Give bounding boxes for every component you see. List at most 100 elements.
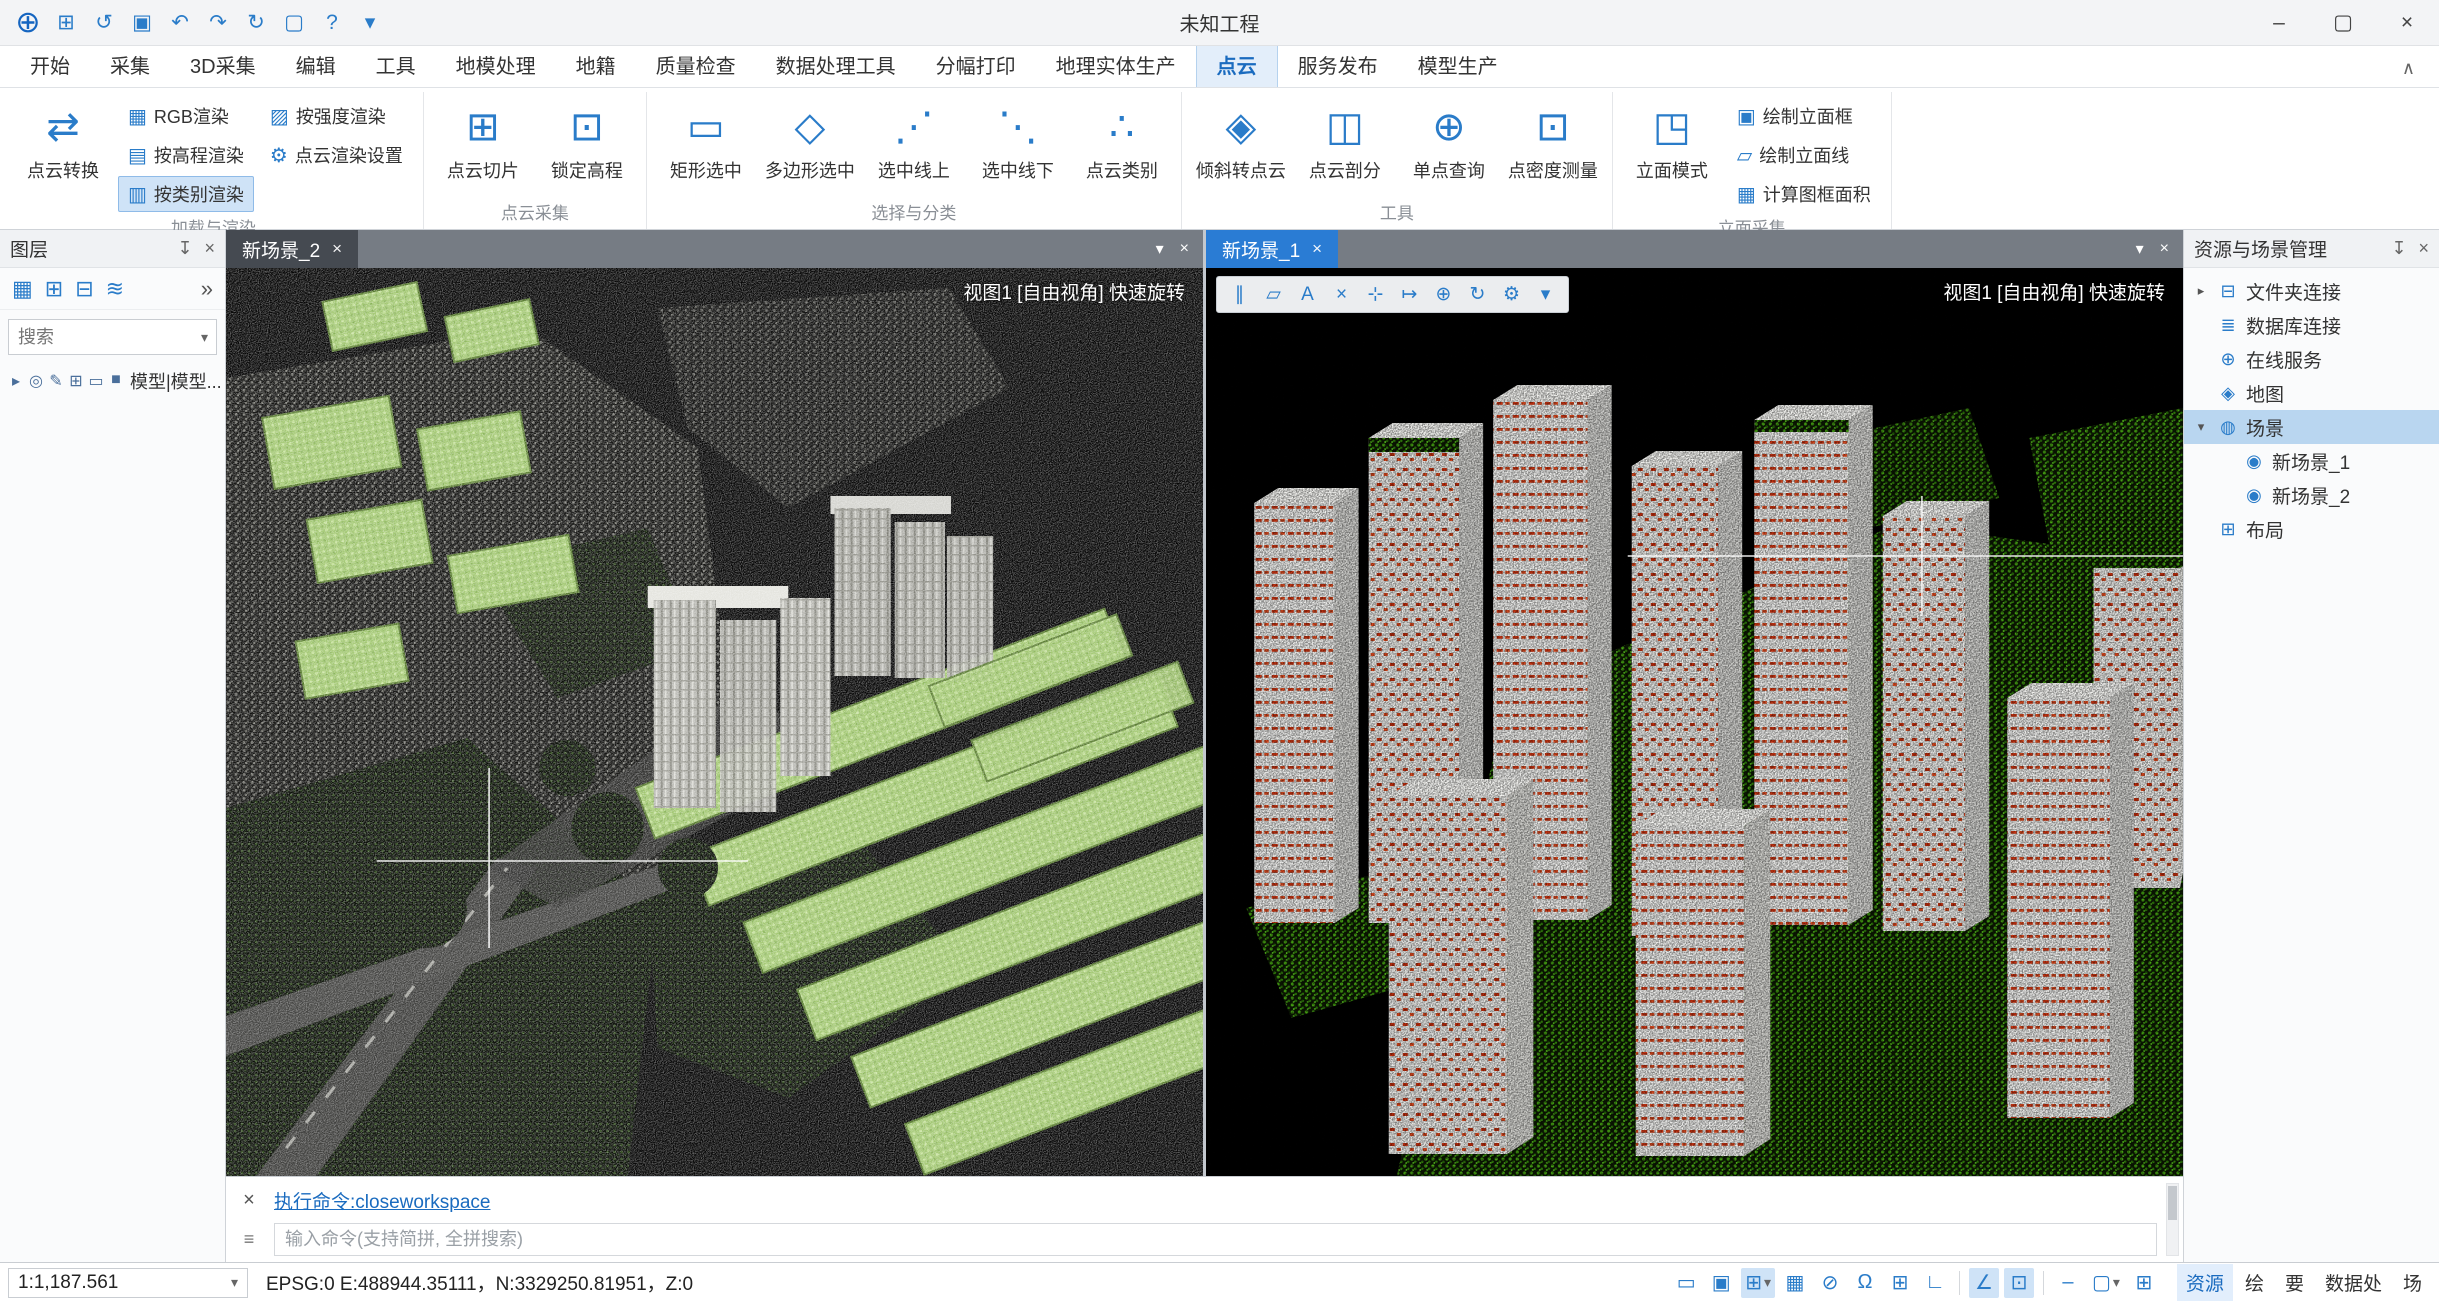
text-tool-icon[interactable]: A: [1292, 280, 1323, 309]
model-chip-icon[interactable]: ■: [106, 371, 126, 391]
view-settings-icon[interactable]: ⚙: [1496, 280, 1527, 309]
vp-close-icon[interactable]: ×: [2160, 240, 2169, 258]
vp-menu-icon[interactable]: ▾: [2136, 239, 2144, 259]
panel-tab-data-processing[interactable]: 数据处: [2316, 1264, 2391, 1301]
tree-item-map[interactable]: ◈地图: [2184, 376, 2439, 410]
maximize-button[interactable]: ▢: [2311, 0, 2375, 45]
draw-facade-line-button[interactable]: ▱绘制立面线: [1727, 137, 1881, 173]
pan-tool-icon[interactable]: ⊕: [1428, 280, 1459, 309]
redo-icon[interactable]: ↷: [200, 5, 236, 41]
measure-angle-icon[interactable]: ∠: [1969, 1268, 1999, 1298]
ribbon-tab-edit[interactable]: 编辑: [276, 42, 356, 87]
facade-mode-button[interactable]: ◳立面模式: [1623, 92, 1721, 186]
panel-tab-draw[interactable]: 绘: [2236, 1264, 2273, 1301]
render-settings-button[interactable]: ⚙点云渲染设置: [260, 137, 413, 173]
capture-icon[interactable]: ▢: [276, 5, 312, 41]
rotate-tool-icon[interactable]: ↻: [1462, 280, 1493, 309]
folder-icon[interactable]: ▭: [86, 371, 106, 391]
ribbon-tab-collect[interactable]: 采集: [90, 42, 170, 87]
scene-canvas-right[interactable]: ∥▱A×⊹↦⊕↻⚙▾ 视图1 [自由视角] 快速旋转: [1206, 268, 2183, 1176]
help-icon[interactable]: ?: [314, 5, 350, 41]
corner-snap-icon[interactable]: ∟: [1920, 1268, 1950, 1298]
select-tool-icon[interactable]: ▱: [1258, 280, 1289, 309]
close-button[interactable]: ×: [2375, 0, 2439, 45]
search-input[interactable]: [9, 327, 193, 348]
expander-icon[interactable]: ▸: [6, 371, 26, 391]
layer-stack-icon[interactable]: ▦: [12, 276, 33, 302]
tree-item-folder-connection[interactable]: ▸⊟文件夹连接: [2184, 274, 2439, 308]
undo-icon[interactable]: ↶: [162, 5, 198, 41]
draw-facade-frame-button[interactable]: ▣绘制立面框: [1727, 98, 1881, 134]
toolbar-more-icon[interactable]: »: [201, 276, 213, 302]
refresh-icon[interactable]: ↻: [238, 5, 274, 41]
revert-icon[interactable]: ↺: [86, 5, 122, 41]
oblique-to-pointcloud-button[interactable]: ◈倾斜转点云: [1192, 92, 1290, 186]
elevation-render-button[interactable]: ▤按高程渲染: [118, 137, 254, 173]
parallel-draw-icon[interactable]: ∥: [1224, 280, 1255, 309]
point-cloud-class-button[interactable]: ∴点云类别: [1073, 92, 1171, 186]
lock-elevation-button[interactable]: ⊡锁定高程: [538, 92, 636, 186]
visibility-icon[interactable]: ◎: [26, 371, 46, 391]
layer-item[interactable]: ▸◎✎⊞▭■ 模型|模型...: [0, 364, 225, 398]
ribbon-tab-sheet-printing[interactable]: 分幅打印: [916, 42, 1036, 87]
tree-expander-icon[interactable]: ▸: [2192, 283, 2210, 299]
ribbon-tab-terrain-processing[interactable]: 地模处理: [436, 42, 556, 87]
lasso-capture-icon[interactable]: Ω: [1850, 1268, 1880, 1298]
snap-point-icon[interactable]: ⊹: [1360, 280, 1391, 309]
ribbon-tab-geo-entity-production[interactable]: 地理实体生产: [1036, 42, 1196, 87]
ribbon-tab-model-production[interactable]: 模型生产: [1398, 42, 1518, 87]
tree-item-database-connection[interactable]: ≣数据库连接: [2184, 308, 2439, 342]
point-cloud-convert-button[interactable]: ⇄点云转换: [14, 92, 112, 186]
snap-line-icon[interactable]: ↦: [1394, 280, 1425, 309]
ribbon-tab-start[interactable]: 开始: [10, 42, 90, 87]
intensity-render-button[interactable]: ▨按强度渲染: [260, 98, 413, 134]
tree-item-scene[interactable]: ▾◍场景: [2184, 410, 2439, 444]
close-panel-icon[interactable]: ×: [2418, 238, 2429, 259]
vp-close-icon[interactable]: ×: [1180, 240, 1189, 258]
snap-icon[interactable]: ⊞: [66, 371, 86, 391]
ribbon-tab-service-publishing[interactable]: 服务发布: [1278, 42, 1398, 87]
dash-tool-icon[interactable]: ‒: [2053, 1268, 2083, 1298]
layer-order-icon[interactable]: ≋: [106, 276, 124, 302]
select-below-line-button[interactable]: ⋱选中线下: [969, 92, 1067, 186]
measure-area-icon[interactable]: ⊡: [2004, 1268, 2034, 1298]
vp-tab-close-icon[interactable]: ×: [1312, 239, 1322, 259]
quick-access-more-icon[interactable]: ▾: [352, 5, 388, 41]
tree-expander-icon[interactable]: ▾: [2192, 419, 2210, 435]
tree-item-online-service[interactable]: ⊕在线服务: [2184, 342, 2439, 376]
pin-icon[interactable]: ↧: [177, 238, 192, 259]
vp-tab-new-scene-2[interactable]: 新场景_2 ×: [226, 230, 358, 268]
command-input[interactable]: [274, 1223, 2157, 1256]
disable-draw-icon[interactable]: ⊘: [1815, 1268, 1845, 1298]
ribbon-tab-collect-3d[interactable]: 3D采集: [170, 42, 276, 87]
command-menu-icon[interactable]: ≡: [236, 1229, 262, 1250]
window-mode-icon[interactable]: ▢▾: [2088, 1268, 2124, 1298]
executed-command-link[interactable]: 执行命令:closeworkspace: [274, 1187, 490, 1214]
panel-tab-scene[interactable]: 场: [2394, 1264, 2431, 1301]
pin-icon[interactable]: ↧: [2391, 238, 2406, 259]
workspace-grid-icon[interactable]: ⊞▾: [1741, 1268, 1775, 1298]
workspace-manager-icon[interactable]: ⊞: [48, 5, 84, 41]
ribbon-tab-quality-check[interactable]: 质量检查: [636, 42, 756, 87]
panel-tab-features[interactable]: 要: [2276, 1264, 2313, 1301]
grid-view-icon[interactable]: ▦: [1780, 1268, 1810, 1298]
ribbon-tab-point-cloud[interactable]: 点云: [1196, 41, 1278, 87]
command-scrollbar[interactable]: [2166, 1183, 2179, 1256]
vp-tab-close-icon[interactable]: ×: [332, 239, 342, 259]
scale-combobox[interactable]: 1:1,187.561 ▾: [8, 1268, 248, 1298]
search-dropdown-icon[interactable]: ▾: [193, 329, 216, 346]
scene-canvas-left[interactable]: 视图1 [自由视角] 快速旋转: [226, 268, 1203, 1176]
close-panel-icon[interactable]: ×: [204, 238, 215, 259]
view-settings-dropdown-icon[interactable]: ▾: [1530, 280, 1561, 309]
minimize-button[interactable]: –: [2247, 0, 2311, 45]
collapse-ribbon-icon[interactable]: ∧: [2402, 58, 2429, 87]
polygon-select-button[interactable]: ◇多边形选中: [761, 92, 859, 186]
point-density-button[interactable]: ⊡点密度测量: [1504, 92, 1602, 186]
point-cloud-section-button[interactable]: ◫点云剖分: [1296, 92, 1394, 186]
add-layer-icon[interactable]: ⊟: [75, 276, 93, 302]
vp-menu-icon[interactable]: ▾: [1156, 239, 1164, 259]
scale-dropdown-icon[interactable]: ▾: [231, 1274, 238, 1291]
rect-select-button[interactable]: ▭矩形选中: [657, 92, 755, 186]
tree-item-new-scene-2[interactable]: ◉新场景_2: [2184, 478, 2439, 512]
command-close-icon[interactable]: ×: [236, 1189, 262, 1212]
